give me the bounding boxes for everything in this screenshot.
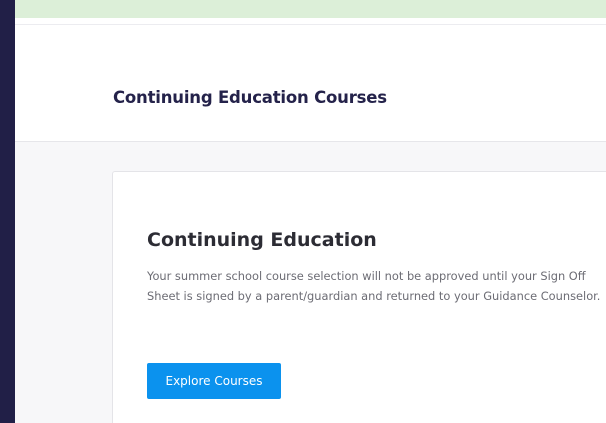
page-header: Continuing Education Courses <box>15 18 606 142</box>
card-description: Your summer school course selection will… <box>147 269 601 303</box>
sidebar <box>0 0 15 423</box>
continuing-education-card: Continuing Education Your summer school … <box>112 171 606 423</box>
top-border <box>0 0 606 18</box>
card-title: Continuing Education <box>147 229 377 251</box>
explore-courses-button[interactable]: Explore Courses <box>147 363 281 399</box>
page-title: Continuing Education Courses <box>113 88 387 107</box>
app-screen: Continuing Education Courses Continuing … <box>0 0 606 423</box>
header-divider <box>15 24 606 25</box>
